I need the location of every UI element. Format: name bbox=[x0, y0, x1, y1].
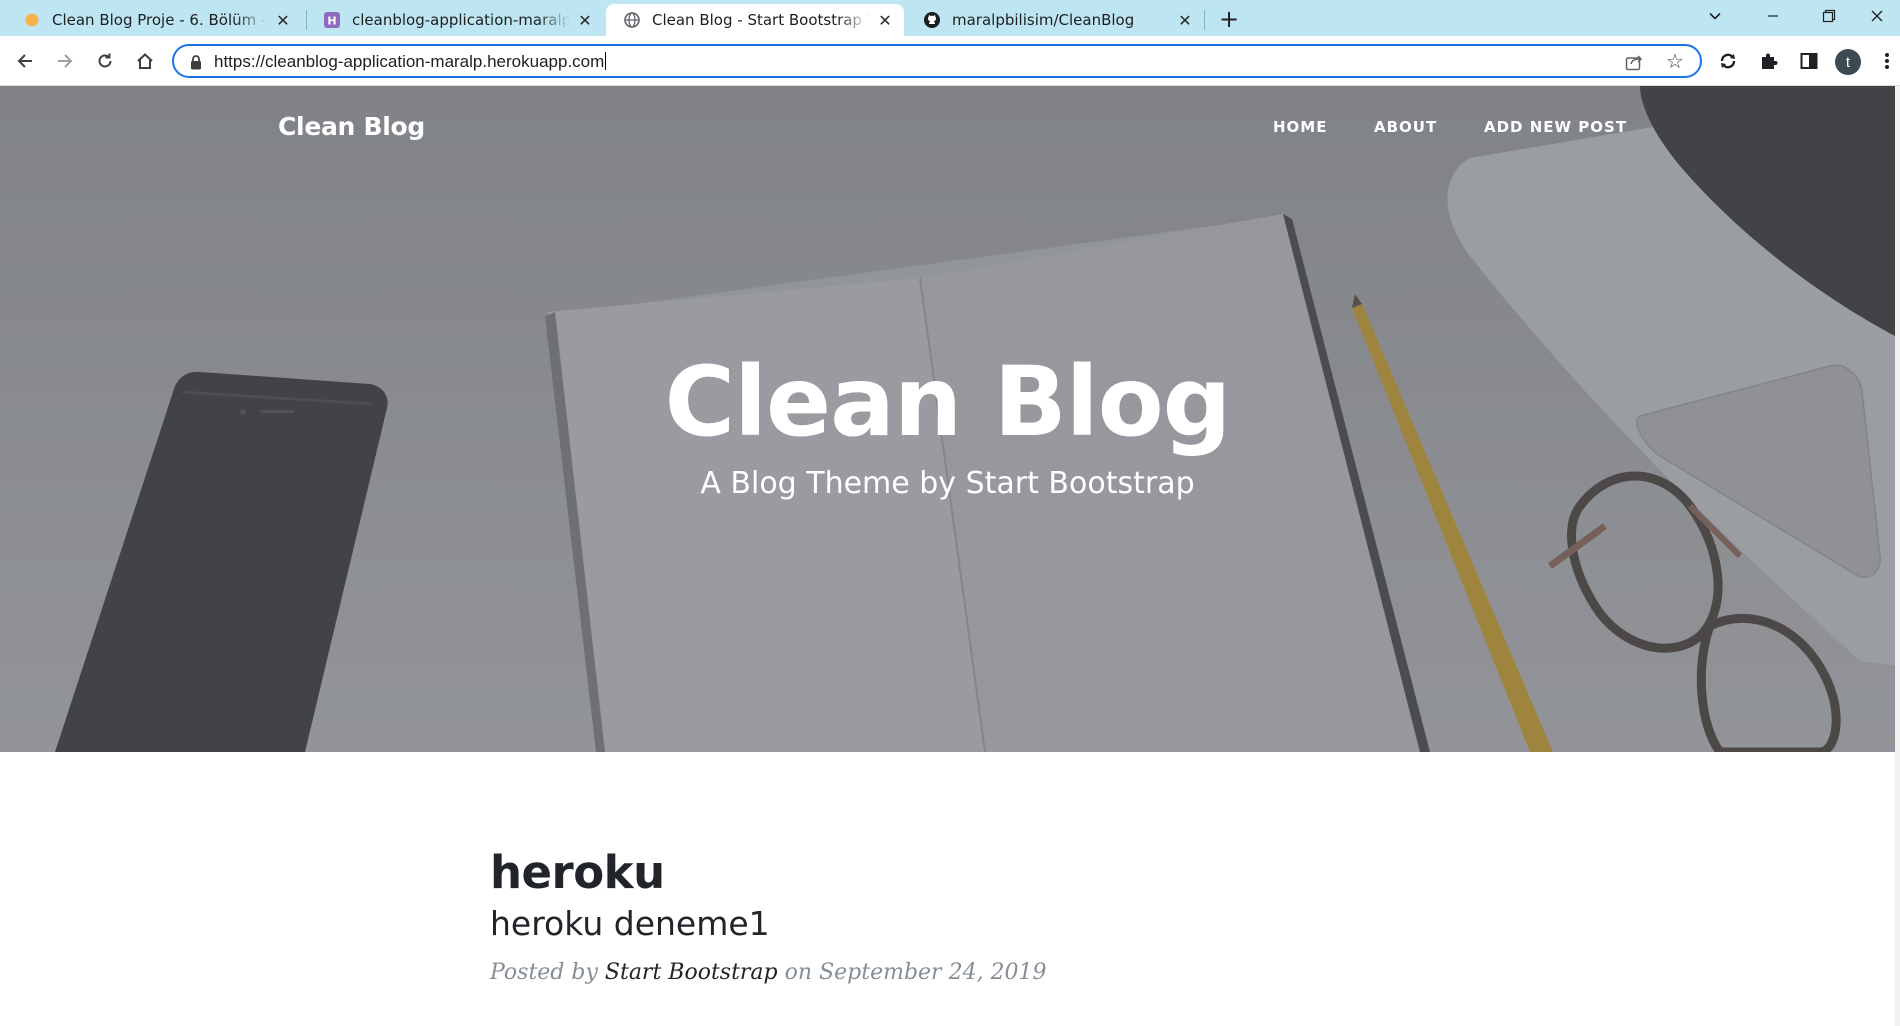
home-icon bbox=[137, 53, 153, 69]
post-subtitle[interactable]: heroku deneme1 bbox=[490, 904, 1390, 944]
post-meta: Posted by Start Bootstrap on September 2… bbox=[490, 960, 1390, 985]
page-scrollbar[interactable] bbox=[1895, 86, 1900, 1026]
extensions-button[interactable] bbox=[1754, 46, 1784, 76]
navbar-brand[interactable]: Clean Blog bbox=[278, 112, 425, 141]
tab-title: Clean Blog Proje - 6. Bölüm - Öde bbox=[52, 11, 268, 29]
bookmark-star-icon[interactable]: ☆ bbox=[1664, 49, 1686, 73]
close-icon[interactable]: ✕ bbox=[1176, 11, 1194, 30]
post-meta-on: on bbox=[784, 959, 813, 985]
chevron-down-icon bbox=[1709, 12, 1721, 20]
arrow-left-icon bbox=[17, 54, 32, 68]
tab-github-repo[interactable]: maralpbilisim/CleanBlog ✕ bbox=[906, 4, 1204, 36]
globe-icon bbox=[624, 12, 640, 28]
nav-link-about[interactable]: ABOUT bbox=[1374, 118, 1437, 136]
github-icon bbox=[924, 12, 940, 28]
close-icon[interactable]: ✕ bbox=[576, 11, 594, 30]
window-close-button[interactable] bbox=[1854, 0, 1900, 32]
close-icon[interactable]: ✕ bbox=[274, 11, 292, 30]
profile-avatar[interactable]: t bbox=[1835, 49, 1861, 75]
minimize-button[interactable] bbox=[1750, 0, 1796, 32]
nav-link-home[interactable]: HOME bbox=[1273, 118, 1327, 136]
post-preview[interactable]: heroku heroku deneme1 Posted by Start Bo… bbox=[490, 846, 1390, 985]
minimize-icon bbox=[1768, 15, 1778, 17]
tab-title: maralpbilisim/CleanBlog bbox=[952, 11, 1135, 29]
reload-button[interactable] bbox=[90, 46, 120, 76]
restore-icon bbox=[1822, 9, 1836, 23]
post-title[interactable]: heroku bbox=[490, 846, 1390, 900]
masthead-hero: Clean Blog HOME ABOUT ADD NEW POST Clean… bbox=[0, 86, 1895, 752]
heroku-icon: H bbox=[324, 12, 340, 28]
browser-toolbar: https://cleanblog-application-maralp.her… bbox=[0, 36, 1900, 86]
new-tab-button[interactable]: + bbox=[1214, 5, 1244, 33]
reload-icon bbox=[98, 53, 112, 68]
sync-extension-button[interactable] bbox=[1713, 46, 1743, 76]
url-text[interactable]: https://cleanblog-application-maralp.her… bbox=[214, 52, 606, 72]
home-button[interactable] bbox=[130, 46, 160, 76]
site-navbar: Clean Blog HOME ABOUT ADD NEW POST bbox=[0, 86, 1895, 166]
tab-clean-blog-proje[interactable]: Clean Blog Proje - 6. Bölüm - Öde ✕ bbox=[6, 4, 302, 36]
tab-heroku-dashboard[interactable]: H cleanblog-application-maralp · Se ✕ bbox=[306, 4, 604, 36]
arrow-right-icon bbox=[58, 54, 73, 68]
tab-strip: Clean Blog Proje - 6. Bölüm - Öde ✕ H cl… bbox=[0, 0, 1900, 36]
svg-text:H: H bbox=[327, 15, 336, 28]
back-button[interactable] bbox=[10, 46, 40, 76]
tab-title: Clean Blog - Start Bootstrap Them bbox=[652, 11, 870, 29]
close-icon[interactable]: ✕ bbox=[876, 11, 894, 30]
post-author-link[interactable]: Start Bootstrap bbox=[605, 960, 778, 985]
tab-separator bbox=[1204, 10, 1205, 30]
hero-subtitle: A Blog Theme by Start Bootstrap bbox=[700, 466, 1195, 501]
share-icon[interactable] bbox=[1624, 51, 1646, 73]
address-bar[interactable]: https://cleanblog-application-maralp.her… bbox=[172, 44, 1702, 78]
browser-menu-button[interactable] bbox=[1872, 46, 1900, 76]
side-panel-icon bbox=[1800, 53, 1818, 69]
nav-link-add-new-post[interactable]: ADD NEW POST bbox=[1484, 118, 1627, 136]
page-viewport: Clean Blog HOME ABOUT ADD NEW POST Clean… bbox=[0, 86, 1900, 1026]
tab-search-button[interactable] bbox=[1692, 0, 1738, 32]
post-meta-prefix: Posted by bbox=[490, 959, 598, 985]
close-icon bbox=[1871, 10, 1883, 22]
post-date: September 24, 2019 bbox=[819, 959, 1047, 985]
forward-button[interactable] bbox=[50, 46, 80, 76]
hero-title: Clean Blog bbox=[664, 346, 1232, 458]
side-panel-button[interactable] bbox=[1794, 46, 1824, 76]
tab-clean-blog-active[interactable]: Clean Blog - Start Bootstrap Them ✕ bbox=[606, 4, 904, 36]
more-vertical-icon bbox=[1885, 53, 1889, 69]
lock-icon[interactable] bbox=[188, 53, 204, 71]
puzzle-icon bbox=[1762, 53, 1778, 69]
restore-button[interactable] bbox=[1806, 0, 1852, 32]
tab-title: cleanblog-application-maralp · Se bbox=[352, 11, 570, 29]
sync-icon bbox=[1720, 53, 1736, 69]
dot-icon bbox=[24, 12, 40, 28]
